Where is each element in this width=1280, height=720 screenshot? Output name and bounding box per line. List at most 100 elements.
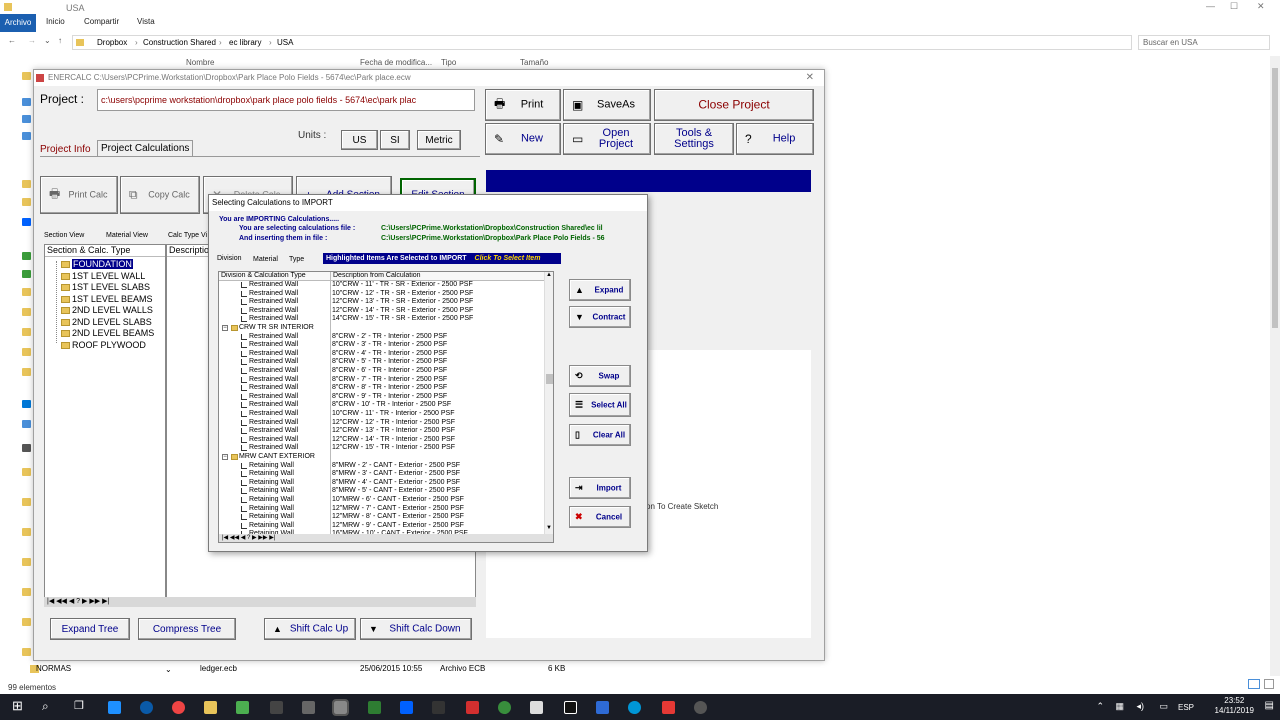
- print-calc-button[interactable]: 🖶 Print Calc: [40, 176, 118, 214]
- tab-calc-type-view[interactable]: Calc Type Vi: [168, 232, 207, 239]
- tab-home[interactable]: Inicio: [46, 17, 65, 26]
- col-name[interactable]: Nombre: [186, 58, 214, 67]
- calc-row[interactable]: Restrained Wall 8"CRW - 3' - TR - Interio…: [219, 341, 545, 350]
- tab-material-view[interactable]: Material View: [106, 232, 148, 239]
- app-icon[interactable]: [432, 701, 445, 714]
- scroll-down-icon[interactable]: ▼: [546, 525, 552, 531]
- new-button[interactable]: ✎ New: [485, 123, 561, 155]
- division-group-row[interactable]: − MRW CANT EXTERIOR: [219, 453, 545, 462]
- tab-material[interactable]: Material: [253, 256, 278, 263]
- notifications-icon[interactable]: ▤: [1265, 700, 1274, 711]
- clock[interactable]: 23:52 14/11/2019: [1215, 696, 1254, 716]
- help-button[interactable]: ? Help: [736, 123, 814, 155]
- maximize-icon[interactable]: ☐: [1230, 1, 1238, 12]
- cancel-button[interactable]: ✖ Cancel: [569, 506, 631, 528]
- chevron-up-icon[interactable]: ⌃: [1096, 701, 1104, 712]
- breadcrumb-4[interactable]: USA: [277, 38, 293, 47]
- tree-item[interactable]: 1ST LEVEL SLABS: [61, 282, 150, 293]
- scroll-thumb[interactable]: [1272, 68, 1278, 328]
- units-si-button[interactable]: SI: [380, 130, 410, 150]
- expand-tree-button[interactable]: Expand Tree: [50, 618, 130, 640]
- tab-section-view[interactable]: Section View: [44, 232, 84, 239]
- enercalc-taskbar-icon[interactable]: [332, 699, 349, 716]
- app-icon[interactable]: [466, 701, 479, 714]
- tools-settings-button[interactable]: Tools & Settings: [654, 123, 734, 155]
- app-icon[interactable]: [694, 701, 707, 714]
- store-icon[interactable]: [108, 701, 121, 714]
- search-icon[interactable]: ⌕: [42, 699, 49, 714]
- up-icon[interactable]: ↑: [58, 36, 62, 45]
- tab-file[interactable]: Archivo: [0, 14, 36, 32]
- dropbox-icon[interactable]: [400, 701, 413, 714]
- windows-start-icon[interactable]: ⊞: [12, 698, 23, 714]
- open-project-button[interactable]: ▭ Open Project: [563, 123, 651, 155]
- app-icon[interactable]: [368, 701, 381, 714]
- calc-row[interactable]: Restrained Wall 12"CRW - 15' - TR - Inter…: [219, 444, 545, 453]
- units-us-button[interactable]: US: [341, 130, 378, 150]
- calc-row[interactable]: Restrained Wall 10"CRW - 11' - TR - Inter…: [219, 410, 545, 419]
- calc-row[interactable]: Restrained Wall 12"CRW - 14' - TR - Inter…: [219, 436, 545, 445]
- calc-row[interactable]: Retaining Wall 12"MRW - 8' - CANT - Exter…: [219, 513, 545, 522]
- scroll-thumb[interactable]: [546, 374, 553, 384]
- chevron-down-icon[interactable]: ⌄: [165, 665, 172, 674]
- calc-row[interactable]: Retaining Wall 12"MRW - 9' - CANT - Exter…: [219, 522, 545, 531]
- details-view-icon[interactable]: [1248, 679, 1260, 689]
- list-nav-bar[interactable]: |◀ ◀◀ ◀ ? ▶ ▶▶ ▶|: [219, 534, 553, 542]
- calc-row[interactable]: Retaining Wall 8"MRW - 4' - CANT - Exteri…: [219, 479, 545, 488]
- expand-button[interactable]: ▲ Expand: [569, 279, 631, 301]
- nav-arrows[interactable]: |◀ ◀◀ ◀ ? ▶ ▶▶ ▶|: [219, 535, 275, 541]
- back-icon[interactable]: ←: [8, 36, 16, 45]
- close-icon[interactable]: ✕: [806, 70, 814, 86]
- app-grid-icon[interactable]: [236, 701, 249, 714]
- calc-row[interactable]: Restrained Wall 8"CRW - 7' - TR - Interio…: [219, 376, 545, 385]
- print-button[interactable]: 🖶 Print: [485, 89, 561, 121]
- copy-calc-button[interactable]: ⧉ Copy Calc: [120, 176, 200, 214]
- calc-row[interactable]: Restrained Wall 12"CRW - 13' - TR - SR - …: [219, 298, 545, 307]
- file-explorer-icon[interactable]: [204, 701, 217, 714]
- shift-calc-down-button[interactable]: ▼ Shift Calc Down: [360, 618, 472, 640]
- tab-project-info[interactable]: Project Info: [40, 144, 91, 155]
- network-icon[interactable]: ▦: [1115, 701, 1124, 712]
- list-scrollbar[interactable]: ▲ ▼: [544, 272, 553, 534]
- tree-item[interactable]: 2ND LEVEL BEAMS: [61, 328, 154, 339]
- saveas-button[interactable]: ▣ SaveAs: [563, 89, 651, 121]
- col-type[interactable]: Tipo: [441, 58, 456, 67]
- explorer-scrollbar[interactable]: [1270, 56, 1280, 676]
- browser-icon[interactable]: [140, 701, 153, 714]
- app-icon[interactable]: [564, 701, 577, 714]
- battery-icon[interactable]: ▭: [1159, 701, 1168, 712]
- calc-row[interactable]: Restrained Wall 10"CRW - 11' - TR - SR - …: [219, 281, 545, 290]
- calc-row[interactable]: Restrained Wall 12"CRW - 13' - TR - Inter…: [219, 427, 545, 436]
- division-group-row[interactable]: − CRW TR SR INTERIOR: [219, 324, 545, 333]
- calc-row[interactable]: Retaining Wall 8"MRW - 3' - CANT - Exteri…: [219, 470, 545, 479]
- address-bar[interactable]: Dropbox › Construction Shared › ec libra…: [72, 35, 1132, 50]
- calc-row[interactable]: Restrained Wall 12"CRW - 12' - TR - Inter…: [219, 419, 545, 428]
- col-size[interactable]: Tamaño: [520, 58, 548, 67]
- contract-button[interactable]: ▼ Contract: [569, 306, 631, 328]
- calc-row[interactable]: Restrained Wall 14"CRW - 15' - TR - SR - …: [219, 315, 545, 324]
- calc-row[interactable]: Restrained Wall 8"CRW - 8' - TR - Interio…: [219, 384, 545, 393]
- calc-row[interactable]: Retaining Wall 8"MRW - 2' - CANT - Exteri…: [219, 462, 545, 471]
- calc-row[interactable]: Retaining Wall 12"MRW - 7' - CANT - Exter…: [219, 505, 545, 514]
- clear-all-button[interactable]: ▯ Clear All: [569, 424, 631, 446]
- col-division[interactable]: Division & Calculation Type: [221, 272, 306, 279]
- calc-row[interactable]: Retaining Wall 8"MRW - 5' - CANT - Exteri…: [219, 487, 545, 496]
- import-button[interactable]: ⇥ Import: [569, 477, 631, 499]
- volume-icon[interactable]: ◂): [1136, 701, 1144, 712]
- language-indicator[interactable]: ESP: [1178, 703, 1194, 712]
- calc-row[interactable]: Retaining Wall 10"MRW - 6' - CANT - Exter…: [219, 496, 545, 505]
- acrobat-icon[interactable]: [662, 701, 675, 714]
- file-name[interactable]: NORMAS: [36, 664, 71, 673]
- units-metric-button[interactable]: Metric: [417, 130, 461, 150]
- tree-item[interactable]: 1ST LEVEL WALL: [61, 271, 145, 282]
- calc-row[interactable]: Restrained Wall 8"CRW - 6' - TR - Interio…: [219, 367, 545, 376]
- close-project-button[interactable]: Close Project: [654, 89, 814, 121]
- col-date[interactable]: Fecha de modifica...: [360, 58, 432, 67]
- tree-item[interactable]: 1ST LEVEL BEAMS: [61, 294, 153, 305]
- search-input[interactable]: Buscar en USA: [1138, 35, 1270, 50]
- chrome-icon[interactable]: [172, 701, 185, 714]
- app-icon[interactable]: [596, 701, 609, 714]
- tab-type[interactable]: Type: [289, 256, 304, 263]
- close-icon[interactable]: ✕: [1257, 1, 1265, 12]
- task-view-icon[interactable]: ❐: [74, 699, 84, 712]
